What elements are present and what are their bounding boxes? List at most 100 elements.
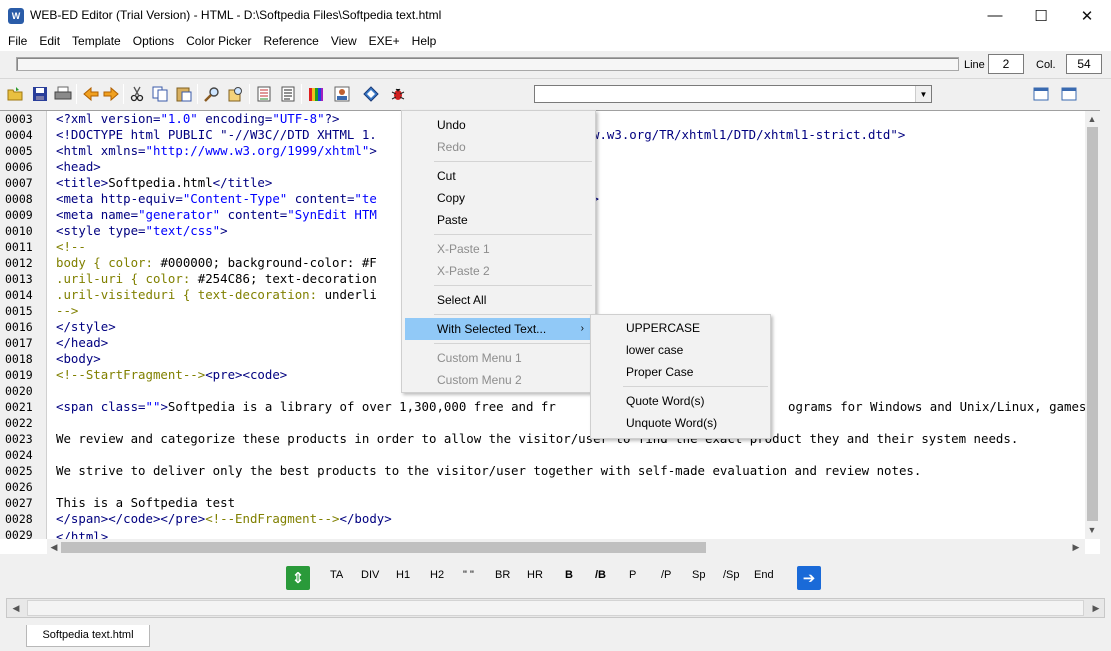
menu-view[interactable]: View [325,31,363,51]
menu-item-lowercase[interactable]: lower case [594,339,767,361]
open-folder-icon[interactable] [4,83,26,105]
vertical-scroll-thumb[interactable] [1087,127,1098,521]
menu-item-xpaste-1[interactable]: X-Paste 1 [405,238,592,260]
menu-item-custom-1[interactable]: Custom Menu 1 [405,347,592,369]
menu-item-select-all[interactable]: Select All [405,289,592,311]
panel-layout-icon[interactable] [1058,83,1080,105]
close-button[interactable]: ✕ [1064,0,1110,31]
line-number-field[interactable]: 2 [988,54,1024,74]
code-token: <title> [56,175,109,190]
tag-button-hr[interactable]: HR [527,569,543,581]
menu-exe-plus[interactable]: EXE+ [363,31,406,51]
line-number: 0025 [5,464,33,478]
replace-icon[interactable] [225,83,247,105]
menu-edit[interactable]: Edit [33,31,66,51]
menu-options[interactable]: Options [127,31,180,51]
debug-bug-icon[interactable] [387,83,409,105]
tag-button-close-sp[interactable]: /Sp [723,569,740,581]
panel-toggle-icon[interactable] [1030,83,1052,105]
swap-arrows-icon[interactable]: ⇕ [286,566,310,590]
maximize-button[interactable]: ☐ [1018,0,1064,31]
copy-icon[interactable] [149,83,171,105]
file-tab[interactable]: Softpedia text.html [26,625,150,647]
code-token: > [160,399,168,414]
back-arrow-icon[interactable] [80,83,102,105]
tag-button-p[interactable]: P [629,569,636,581]
menu-separator [434,234,592,235]
cut-icon[interactable] [126,83,148,105]
arrow-right-icon[interactable]: ➔ [797,566,821,590]
scroll-right-icon[interactable]: ▶ [1069,540,1083,554]
menu-separator [434,285,592,286]
code-token: </title> [212,175,273,190]
menu-item-redo[interactable]: Redo [405,136,592,158]
tag-button-sp[interactable]: Sp [692,569,705,581]
preview-image-icon[interactable] [331,83,353,105]
forward-arrow-icon[interactable] [100,83,122,105]
diamond-tool-icon[interactable] [360,83,382,105]
color-picker-icon[interactable] [305,83,327,105]
horizontal-scroll-thumb[interactable] [61,542,706,553]
menu-item-with-selected-text[interactable]: With Selected Text... › [405,318,592,340]
tag-select-combo[interactable]: ▼ [534,85,932,103]
line-label: Line [964,59,985,71]
tag-button-ta[interactable]: TA [330,569,343,581]
code-token: "generator" [138,207,221,222]
code-token: "text/css" [145,223,221,238]
menu-item-custom-2[interactable]: Custom Menu 2 [405,369,592,391]
menu-file[interactable]: File [2,31,33,51]
code-token: .uril-uri { color: [56,271,198,286]
menu-reference[interactable]: Reference [257,31,324,51]
code-token: </span></code></pre> [56,511,206,526]
scroll-right-icon[interactable]: ▶ [1089,601,1103,615]
scroll-left-icon[interactable]: ◀ [9,601,23,615]
tag-button-close-b[interactable]: /B [595,569,606,581]
scroll-left-icon[interactable]: ◀ [47,540,61,554]
menu-item-undo[interactable]: Undo [405,114,592,136]
tag-button-close-p[interactable]: /P [661,569,671,581]
save-icon[interactable] [29,83,51,105]
document-list-icon[interactable] [253,83,275,105]
line-number: 0017 [5,336,33,350]
tag-button-br[interactable]: BR [495,569,510,581]
menu-help[interactable]: Help [406,31,443,51]
code-token: <!--StartFragment--> [56,367,206,382]
tag-button-end[interactable]: End [754,569,774,581]
line-number: 0027 [5,496,33,510]
menu-color-picker[interactable]: Color Picker [180,31,257,51]
menu-item-proper-case[interactable]: Proper Case [594,361,767,383]
menu-item-unquote-words[interactable]: Unquote Word(s) [594,412,767,434]
code-token: Softpedia is a library of over 1,300,000… [167,399,556,414]
scroll-up-icon[interactable]: ▲ [1085,112,1099,126]
scroll-down-icon[interactable]: ▼ [1085,523,1099,537]
tag-button-div[interactable]: DIV [361,569,379,581]
minimize-button[interactable]: — [972,0,1018,31]
tag-button-quotes[interactable]: " " [463,569,474,581]
code-token: </body> [339,511,392,526]
menu-template[interactable]: Template [66,31,127,51]
chevron-down-icon[interactable]: ▼ [915,86,931,102]
horizontal-scrollbar[interactable]: ◀ ▶ [47,539,1085,555]
menu-item-xpaste-2[interactable]: X-Paste 2 [405,260,592,282]
panel-scroll-thumb[interactable] [27,600,1084,616]
panel-scrollbar[interactable]: ◀ ▶ [6,598,1105,618]
code-token: "UTF-8" [272,111,325,126]
vertical-scrollbar[interactable]: ▲ ▼ [1085,111,1100,539]
tag-button-b[interactable]: B [565,569,573,581]
print-icon[interactable] [52,83,74,105]
code-token: "" [145,399,161,414]
tag-button-h1[interactable]: H1 [396,569,410,581]
find-icon[interactable] [201,83,223,105]
code-line: .uril-uri { color: #254C86; text-decorat… [56,271,377,287]
code-token: "te [354,191,377,206]
document-text-icon[interactable] [277,83,299,105]
menu-item-paste[interactable]: Paste [405,209,592,231]
menu-item-cut[interactable]: Cut [405,165,592,187]
paste-icon[interactable] [173,83,195,105]
tag-button-h2[interactable]: H2 [430,569,444,581]
code-token: content= [220,207,288,222]
menu-item-uppercase[interactable]: UPPERCASE [594,317,767,339]
column-number-field[interactable]: 54 [1066,54,1102,74]
menu-item-copy[interactable]: Copy [405,187,592,209]
menu-item-quote-words[interactable]: Quote Word(s) [594,390,767,412]
